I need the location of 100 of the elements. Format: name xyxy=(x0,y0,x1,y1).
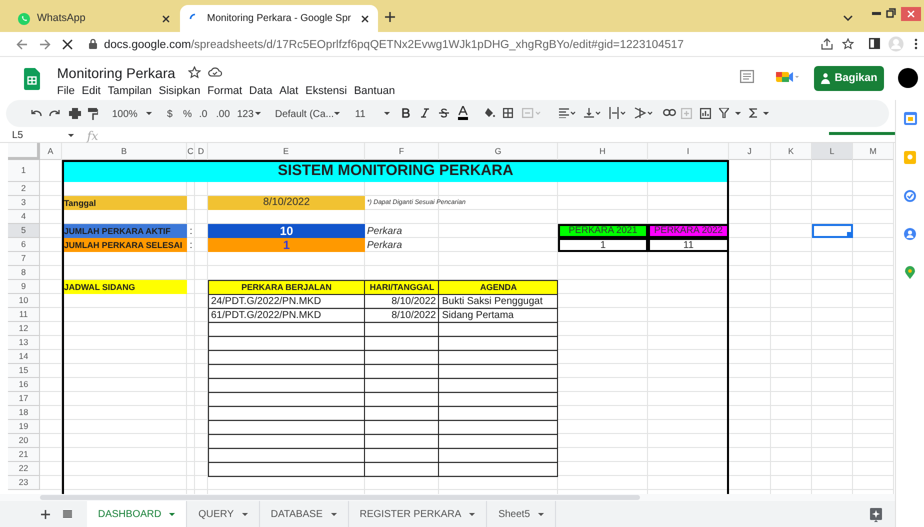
close-tab-icon[interactable] xyxy=(162,14,170,22)
avatar[interactable] xyxy=(898,68,918,88)
caret-icon[interactable] xyxy=(68,134,74,137)
add-sheet-icon[interactable] xyxy=(41,510,50,519)
row-header[interactable]: 23 xyxy=(8,476,40,490)
row-header[interactable]: 19 xyxy=(8,420,40,434)
caret-icon[interactable] xyxy=(763,112,769,115)
calendar-icon[interactable] xyxy=(904,112,917,125)
share-icon[interactable] xyxy=(821,38,833,50)
row-header[interactable]: 15 xyxy=(8,364,40,378)
star-icon[interactable] xyxy=(188,66,201,79)
column-header[interactable]: B xyxy=(62,143,187,160)
column-header[interactable]: E xyxy=(208,143,365,160)
menu-item[interactable]: File xyxy=(57,83,75,100)
row-header[interactable]: 5 xyxy=(8,224,40,238)
align-icon[interactable] xyxy=(559,108,577,118)
new-tab-icon[interactable] xyxy=(384,11,396,23)
print-icon[interactable] xyxy=(69,108,81,119)
row-header[interactable]: 17 xyxy=(8,392,40,406)
back-icon[interactable] xyxy=(16,39,28,50)
caret-icon[interactable] xyxy=(255,112,261,115)
row-header[interactable]: 21 xyxy=(8,448,40,462)
number-format-select[interactable]: 123 xyxy=(237,107,254,122)
fill-color-icon[interactable] xyxy=(484,108,495,118)
row-header[interactable]: 13 xyxy=(8,336,40,350)
caret-icon[interactable] xyxy=(735,112,741,115)
caret-icon[interactable] xyxy=(538,512,544,516)
italic-icon[interactable] xyxy=(421,108,429,118)
comment-icon[interactable] xyxy=(740,70,754,83)
menu-item[interactable]: Sisipkan xyxy=(158,83,200,100)
chart-icon[interactable] xyxy=(700,108,711,119)
column-header[interactable]: K xyxy=(771,143,812,160)
row-header[interactable]: 9 xyxy=(8,280,40,294)
menu-item[interactable]: Edit xyxy=(82,83,101,100)
explore-icon[interactable] xyxy=(870,508,882,522)
text-wrap-icon[interactable] xyxy=(609,107,627,119)
row-header[interactable]: 11 xyxy=(8,308,40,322)
menu-item[interactable]: Data xyxy=(249,83,272,100)
column-header[interactable]: I xyxy=(648,143,729,160)
caret-icon[interactable] xyxy=(334,112,340,115)
sheet-tab[interactable]: DASHBOARD xyxy=(87,501,188,527)
currency-format[interactable]: $ xyxy=(167,107,173,122)
redo-icon[interactable] xyxy=(49,109,60,117)
undo-icon[interactable] xyxy=(31,109,42,117)
video-call-icon[interactable] xyxy=(776,71,800,83)
browser-tab[interactable]: Monitoring Perkara - Google Spr xyxy=(180,5,378,32)
name-box[interactable]: L5 xyxy=(12,128,24,143)
caret-icon[interactable] xyxy=(146,112,152,115)
lock-icon[interactable] xyxy=(89,39,97,49)
menu-item[interactable]: Format xyxy=(207,83,242,100)
column-header[interactable]: L xyxy=(812,143,853,160)
contacts-icon[interactable] xyxy=(904,228,916,240)
sheet-tab[interactable]: QUERY xyxy=(187,501,260,527)
sheet-tab[interactable]: Sheet5 xyxy=(487,501,556,527)
sheet-tab[interactable]: DATABASE xyxy=(260,501,349,527)
sheet-list-icon[interactable] xyxy=(63,510,72,518)
sheets-logo-icon[interactable] xyxy=(24,68,40,90)
close-icon[interactable] xyxy=(62,39,73,50)
merge-cells-icon[interactable] xyxy=(522,108,542,118)
chevron-down-icon[interactable] xyxy=(843,15,853,21)
column-header[interactable]: M xyxy=(853,143,894,160)
column-header[interactable]: F xyxy=(365,143,439,160)
row-header[interactable]: 20 xyxy=(8,434,40,448)
sheet-tab[interactable]: REGISTER PERKARA xyxy=(348,501,488,527)
menu-item[interactable]: Ekstensi xyxy=(305,83,347,100)
column-header[interactable]: A xyxy=(40,143,62,160)
menu-item[interactable]: Bantuan xyxy=(354,83,395,100)
increase-decimals[interactable]: .00 xyxy=(216,107,230,122)
column-header[interactable]: D xyxy=(195,143,208,160)
row-header[interactable]: 8 xyxy=(8,266,40,280)
bold-icon[interactable] xyxy=(402,108,410,118)
row-header[interactable]: 18 xyxy=(8,406,40,420)
scrollbar[interactable] xyxy=(40,495,640,500)
cloud-icon[interactable] xyxy=(208,67,222,77)
menu-icon[interactable] xyxy=(914,38,918,50)
row-header[interactable]: 3 xyxy=(8,196,40,210)
row-header[interactable]: 6 xyxy=(8,238,40,252)
maps-icon[interactable] xyxy=(905,266,915,279)
column-header[interactable]: G xyxy=(439,143,558,160)
font-size-select[interactable]: 11 xyxy=(355,107,366,122)
sum-icon[interactable] xyxy=(749,108,758,118)
font-select[interactable]: Default (Ca... xyxy=(275,107,334,122)
caret-icon[interactable] xyxy=(242,512,248,516)
row-header[interactable]: 4 xyxy=(8,210,40,224)
row-header[interactable]: 7 xyxy=(8,252,40,266)
zoom-select[interactable]: 100% xyxy=(112,107,138,122)
menu-item[interactable]: Alat xyxy=(279,83,298,100)
url-text[interactable]: docs.google.com/spreadsheets/d/17Rc5EOprlfzf6pqQETNx2Evwg1WJk1pDHG_xhgRgBYo/edit#gid=1223104517 xyxy=(104,37,684,54)
restore-icon[interactable] xyxy=(886,8,896,18)
paint-format-icon[interactable] xyxy=(88,108,98,120)
link-icon[interactable] xyxy=(663,109,676,116)
document-title[interactable]: Monitoring Perkara xyxy=(57,63,176,84)
borders-icon[interactable] xyxy=(503,108,513,118)
row-header[interactable]: 12 xyxy=(8,322,40,336)
caret-icon[interactable] xyxy=(384,112,390,115)
menu-item[interactable]: Tampilan xyxy=(108,83,152,100)
star-icon[interactable] xyxy=(842,38,854,50)
decrease-decimals[interactable]: .0 xyxy=(199,107,208,122)
column-header[interactable]: H xyxy=(558,143,648,160)
caret-icon[interactable] xyxy=(169,512,176,516)
